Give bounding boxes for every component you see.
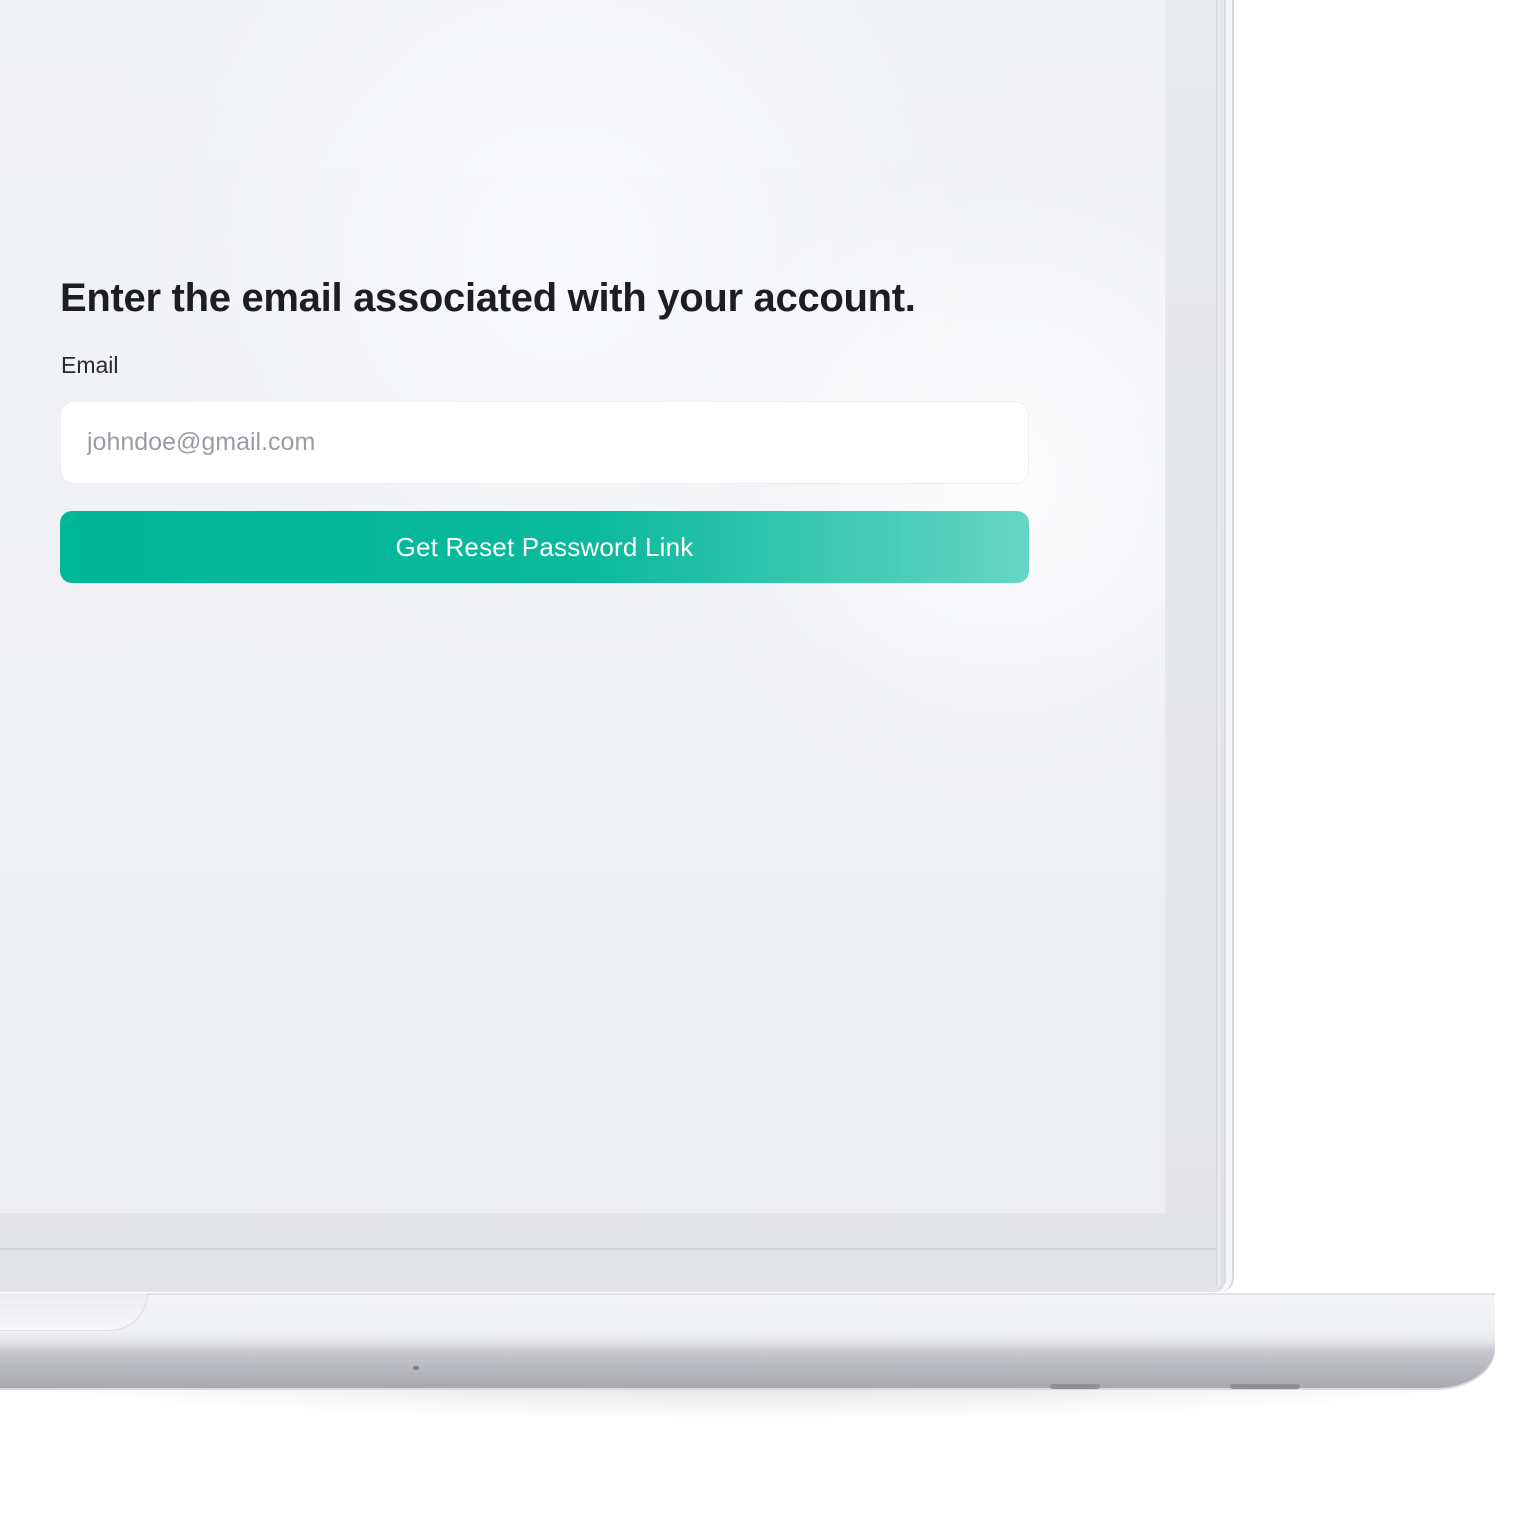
- laptop-lid-edge: [1216, 0, 1222, 1285]
- laptop-mockup: Enter the email associated with your acc…: [0, 0, 1535, 1535]
- email-label: Email: [61, 352, 119, 378]
- laptop-foot: [1050, 1384, 1100, 1389]
- laptop-base: [0, 1293, 1495, 1388]
- laptop-screen: Enter the email associated with your acc…: [0, 0, 1165, 1213]
- bezel-divider: [0, 1248, 1216, 1250]
- base-top-edge: [0, 1293, 1495, 1295]
- lid-opening-notch: [0, 1293, 148, 1331]
- email-field[interactable]: [60, 401, 1029, 484]
- get-reset-link-button[interactable]: Get Reset Password Link: [60, 511, 1029, 583]
- laptop-foot: [1230, 1384, 1300, 1389]
- page-title: Enter the email associated with your acc…: [60, 276, 916, 320]
- base-indicator-dot: [413, 1366, 419, 1370]
